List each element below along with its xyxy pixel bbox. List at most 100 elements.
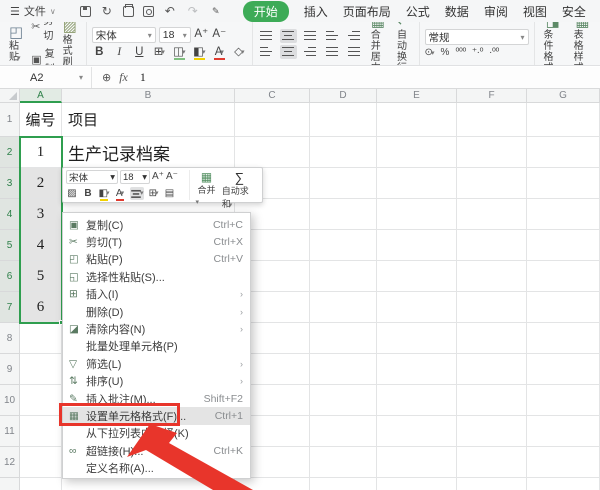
context-menu-item-13[interactable]: 从下拉列表中选择(K) — [63, 425, 250, 442]
row-header-11[interactable]: 11 — [0, 416, 20, 447]
column-header-G[interactable]: G — [527, 89, 600, 103]
cell-D8[interactable] — [310, 323, 377, 354]
print-preview-icon[interactable] — [143, 6, 154, 17]
decrease-decimal-icon[interactable]: ·⁰⁰ — [489, 47, 499, 58]
align-center-button[interactable] — [280, 45, 297, 59]
row-header-13[interactable] — [0, 478, 20, 490]
cell-D5[interactable] — [310, 230, 377, 261]
cell-G4[interactable] — [527, 199, 600, 230]
mini-autosum-button[interactable]: ∑ 自动求和▾ — [220, 170, 259, 200]
cell-D4[interactable] — [310, 199, 377, 230]
cell-E9[interactable] — [377, 354, 457, 385]
row-header-1[interactable]: 1 — [0, 103, 20, 137]
cell-F11[interactable] — [457, 416, 527, 447]
tab-审阅[interactable]: 审阅 — [484, 3, 508, 20]
row-header-10[interactable]: 10 — [0, 385, 20, 416]
mini-font-size-select[interactable]: 18▾ — [120, 170, 150, 184]
align-bottom-button[interactable] — [302, 29, 319, 43]
align-middle-button[interactable] — [280, 29, 297, 43]
font-name-select[interactable]: 宋体▾ — [92, 27, 156, 43]
cell-F9[interactable] — [457, 354, 527, 385]
context-menu-item-6[interactable]: 删除(D)› — [63, 303, 250, 320]
cell-G13[interactable] — [527, 478, 600, 490]
print-icon[interactable] — [123, 6, 134, 17]
cell-E13[interactable] — [377, 478, 457, 490]
row-header-3[interactable]: 3 — [0, 168, 20, 199]
tab-公式[interactable]: 公式 — [406, 3, 430, 20]
format-painter-button[interactable]: ▨ 格式刷 — [59, 22, 81, 66]
cell-F7[interactable] — [457, 292, 527, 323]
cell-G10[interactable] — [527, 385, 600, 416]
table-style-button[interactable]: ▦ 表格样式 — [570, 22, 595, 66]
fill-color-button[interactable]: ◧▾ — [98, 187, 110, 200]
fx-icon[interactable]: fx — [119, 70, 128, 85]
borders-button[interactable]: ⊞▾ — [148, 187, 160, 200]
context-menu-item-12[interactable]: ▦设置单元格格式(F)...Ctrl+1 — [63, 407, 250, 424]
align-left-button[interactable] — [258, 45, 275, 59]
row-header-7[interactable]: 7 — [0, 292, 20, 323]
cell-F6[interactable] — [457, 261, 527, 292]
cell-E11[interactable] — [377, 416, 457, 447]
context-menu-item-2[interactable]: ✂剪切(T)Ctrl+X — [63, 233, 250, 250]
decrease-indent-button[interactable] — [324, 29, 341, 43]
tab-视图[interactable]: 视图 — [523, 3, 547, 20]
cell-B13[interactable] — [62, 478, 235, 490]
context-menu-item-15[interactable]: 定义名称(A)... — [63, 459, 250, 476]
cell-A7[interactable]: 6 — [20, 292, 62, 323]
cell-A10[interactable] — [20, 385, 62, 416]
tab-安全[interactable]: 安全 — [562, 3, 586, 20]
font-size-select[interactable]: 18▾ — [159, 27, 191, 43]
font-color-button[interactable]: A▾ — [114, 187, 126, 200]
cell-E2[interactable] — [377, 137, 457, 168]
cell-C2[interactable] — [235, 137, 310, 168]
cell-D3[interactable] — [310, 168, 377, 199]
cell-B2[interactable]: 生产记录档案 — [62, 137, 235, 168]
context-menu-item-7[interactable]: ◪清除内容(N)› — [63, 320, 250, 337]
cell-G9[interactable] — [527, 354, 600, 385]
cell-D11[interactable] — [310, 416, 377, 447]
cell-F1[interactable] — [457, 103, 527, 137]
cell-A4[interactable]: 3 — [20, 199, 62, 230]
tab-插入[interactable]: 插入 — [304, 3, 328, 20]
distribute-button[interactable] — [346, 45, 363, 59]
cell-D13[interactable] — [310, 478, 377, 490]
cell-F13[interactable] — [457, 478, 527, 490]
row-header-5[interactable]: 5 — [0, 230, 20, 261]
decrease-font-icon[interactable]: A⁻ — [166, 171, 178, 184]
cell-A13[interactable] — [20, 478, 62, 490]
context-menu-item-4[interactable]: ◱选择性粘贴(S)... — [63, 268, 250, 285]
borders-button[interactable]: ⊞▾ — [152, 45, 167, 60]
cell-E1[interactable] — [377, 103, 457, 137]
copy-button[interactable]: ▣复制 — [31, 45, 54, 66]
decrease-font-icon[interactable]: A⁻ — [212, 28, 227, 43]
mini-merge-button[interactable]: ▦ 合并▾ — [195, 170, 217, 200]
cell-G8[interactable] — [527, 323, 600, 354]
cell-F8[interactable] — [457, 323, 527, 354]
column-header-F[interactable]: F — [457, 89, 527, 103]
cell-G2[interactable] — [527, 137, 600, 168]
cell-A1[interactable]: 编号 — [20, 103, 62, 137]
fill-color-button[interactable]: ◧▾ — [192, 45, 207, 60]
cell-F12[interactable] — [457, 447, 527, 478]
font-color-button[interactable]: A▾ — [212, 45, 227, 60]
increase-font-icon[interactable]: A⁺ — [194, 28, 209, 43]
merge-center-button[interactable]: ▦ 合并居中▾ — [367, 22, 389, 66]
cell-G12[interactable] — [527, 447, 600, 478]
currency-format-icon[interactable]: ⊙▾ — [425, 47, 435, 58]
cell-A6[interactable]: 5 — [20, 261, 62, 292]
row-header-4[interactable]: 4 — [0, 199, 20, 230]
tab-数据[interactable]: 数据 — [445, 3, 469, 20]
cell-F3[interactable] — [457, 168, 527, 199]
bold-button[interactable]: B — [92, 45, 107, 60]
italic-button[interactable]: I — [112, 45, 127, 60]
context-menu-item-14[interactable]: ∞超链接(H)...Ctrl+K — [63, 442, 250, 459]
cell-C13[interactable] — [235, 478, 310, 490]
bold-button[interactable]: B — [82, 187, 94, 200]
tab-开始[interactable]: 开始 — [243, 1, 289, 22]
context-menu-item-8[interactable]: 批量处理单元格(P) — [63, 338, 250, 355]
percent-format-icon[interactable]: % — [440, 47, 449, 58]
tab-页面布局[interactable]: 页面布局 — [343, 3, 391, 20]
mini-font-name-select[interactable]: 宋体▾ — [66, 170, 118, 184]
cell-D1[interactable] — [310, 103, 377, 137]
cell-G3[interactable] — [527, 168, 600, 199]
